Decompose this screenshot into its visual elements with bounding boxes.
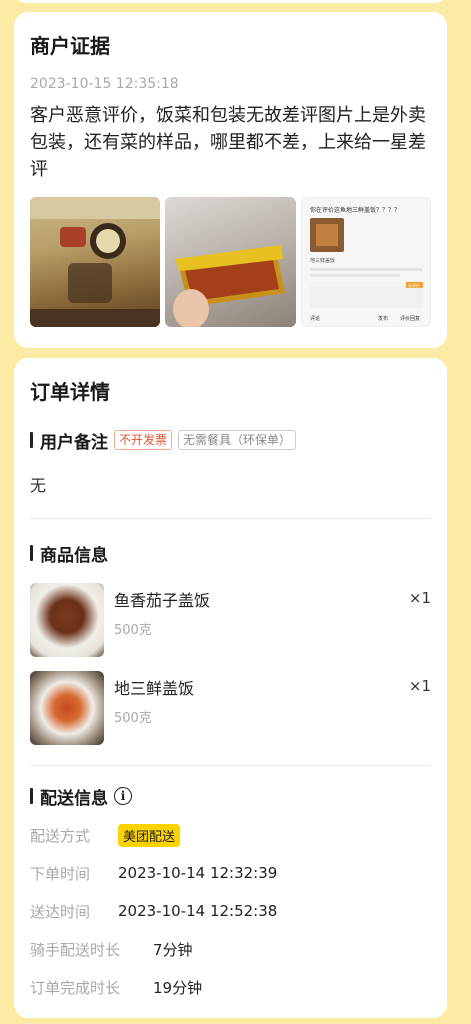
order-title: 订单详情 bbox=[30, 380, 110, 404]
evidence-title: 商户证据 bbox=[30, 34, 110, 58]
row-label: 配送方式 bbox=[30, 826, 91, 845]
svg-text:地三鲜盖饭: 地三鲜盖饭 bbox=[310, 257, 335, 264]
evidence-photo-screenshot[interactable]: 你在评价这鱼地三鲜盖饭？？？？ 地三鲜盖饭 去评价 评论 发布 评价回复 bbox=[300, 197, 431, 327]
row-label: 骑手配送时长 bbox=[30, 940, 121, 959]
divider bbox=[30, 518, 431, 519]
row-value: 2023-10-14 12:32:39 bbox=[118, 864, 278, 882]
remark-section-head: 用户备注 不开发票 无需餐具（环保单） bbox=[30, 428, 431, 453]
divider bbox=[30, 765, 431, 766]
order-time-row: 下单时间 2023-10-14 12:32:39 bbox=[30, 862, 431, 884]
row-value: 2023-10-14 12:52:38 bbox=[118, 902, 278, 920]
list-item[interactable]: 鱼香茄子盖饭 500克 ×1 bbox=[30, 583, 431, 657]
goods-title: 商品信息 bbox=[40, 545, 108, 566]
previous-card-edge bbox=[14, 0, 447, 3]
info-icon[interactable]: i bbox=[114, 787, 132, 805]
goods-section-head: 商品信息 bbox=[30, 541, 431, 566]
row-value: 7分钟 bbox=[153, 940, 193, 959]
row-label: 下单时间 bbox=[30, 864, 91, 883]
item-weight: 500克 bbox=[114, 623, 152, 638]
section-bar bbox=[30, 788, 33, 804]
row-label: 送达时间 bbox=[30, 902, 91, 921]
evidence-photo-packaging[interactable] bbox=[30, 197, 161, 327]
row-value: 19分钟 bbox=[153, 978, 203, 997]
evidence-photos: 你在评价这鱼地三鲜盖饭？？？？ 地三鲜盖饭 去评价 评论 发布 评价回复 bbox=[30, 197, 431, 327]
section-bar bbox=[30, 545, 33, 561]
evidence-timestamp: 2023-10-15 12:35:18 bbox=[30, 76, 179, 92]
item-image bbox=[30, 583, 104, 657]
item-qty: ×1 bbox=[408, 677, 431, 695]
merchant-evidence-card: 商户证据 2023-10-15 12:35:18 客户恶意评价，饭菜和包装无故差… bbox=[14, 12, 447, 348]
item-qty: ×1 bbox=[408, 589, 431, 607]
evidence-photo-food-box[interactable] bbox=[165, 197, 296, 327]
remark-title: 用户备注 bbox=[40, 432, 108, 453]
svg-text:去评价: 去评价 bbox=[408, 282, 420, 288]
rider-duration-row: 骑手配送时长 7分钟 bbox=[30, 938, 431, 960]
no-cutlery-tag: 无需餐具（环保单） bbox=[178, 430, 297, 450]
completion-duration-row: 订单完成时长 19分钟 bbox=[30, 976, 431, 998]
svg-text:评价回复: 评价回复 bbox=[400, 315, 420, 322]
evidence-complaint-text: 客户恶意评价，饭菜和包装无故差评图片上是外卖包装，还有菜的样品，哪里都不差，上来… bbox=[30, 105, 426, 180]
row-label: 订单完成时长 bbox=[30, 978, 121, 997]
svg-text:发布: 发布 bbox=[378, 315, 388, 322]
invoice-tag: 不开发票 bbox=[114, 430, 173, 450]
remark-text: 无 bbox=[30, 476, 47, 495]
svg-text:你在评价这鱼地三鲜盖饭？？？？: 你在评价这鱼地三鲜盖饭？？？？ bbox=[310, 206, 400, 214]
delivery-method-row: 配送方式 美团配送 bbox=[30, 823, 431, 847]
arrival-time-row: 送达时间 2023-10-14 12:52:38 bbox=[30, 900, 431, 922]
delivery-section-head: 配送信息 i bbox=[30, 784, 431, 809]
delivery-title: 配送信息 bbox=[40, 788, 108, 809]
svg-text:评论: 评论 bbox=[310, 315, 320, 322]
item-name: 鱼香茄子盖饭 bbox=[114, 591, 211, 610]
list-item[interactable]: 地三鲜盖饭 500克 ×1 bbox=[30, 671, 431, 745]
order-details-card: 订单详情 用户备注 不开发票 无需餐具（环保单） 无 商品信息 鱼香茄子盖饭 5… bbox=[14, 358, 447, 1018]
item-weight: 500克 bbox=[114, 711, 152, 726]
item-image bbox=[30, 671, 104, 745]
section-bar bbox=[30, 432, 33, 448]
item-name: 地三鲜盖饭 bbox=[114, 679, 195, 698]
delivery-method-badge: 美团配送 bbox=[118, 823, 181, 847]
